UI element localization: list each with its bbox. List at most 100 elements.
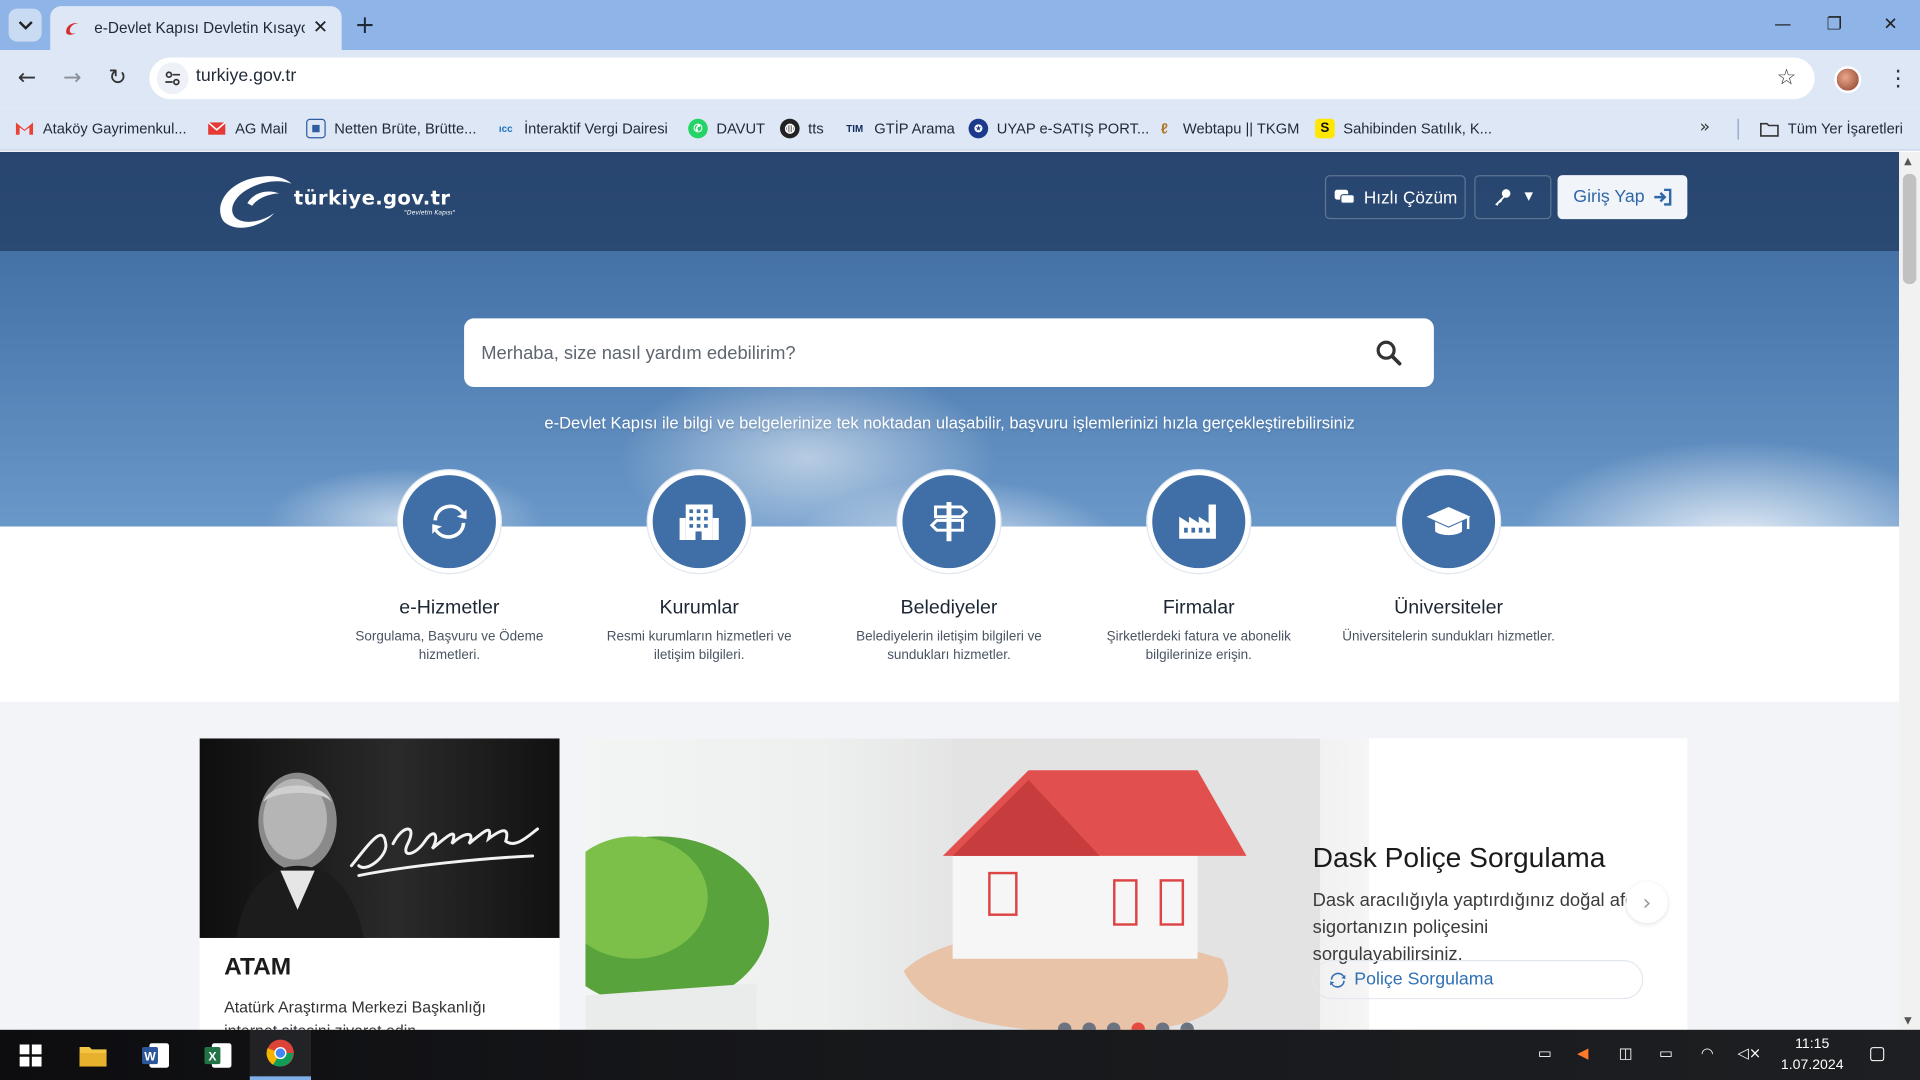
profile-avatar[interactable]	[1834, 66, 1862, 94]
scroll-thumb[interactable]	[1902, 173, 1917, 285]
category-section: e-Hizmetler Sorgulama, Başvuru ve Ödeme …	[0, 470, 1900, 702]
folder-icon	[79, 1046, 107, 1066]
close-window-icon[interactable]: ✕	[1876, 11, 1905, 38]
police-sorgulama-button[interactable]: Poliçe Sorgulama	[1312, 960, 1644, 1000]
more-bookmarks-icon[interactable]: »	[1700, 118, 1711, 138]
bookmark-star-icon[interactable]: ☆	[1777, 65, 1797, 91]
quick-solution-button[interactable]: Hızlı Çözüm	[1324, 175, 1466, 220]
edevlet-favicon-icon	[66, 23, 79, 35]
minimize-icon[interactable]: —	[1768, 11, 1797, 38]
scroll-up-arrow-icon[interactable]: ▲	[1904, 156, 1912, 167]
slider-dot-active[interactable]	[1131, 1022, 1145, 1030]
tray-volume-app-icon[interactable]: ◀	[1577, 1044, 1588, 1066]
browser-toolbar: ← → ↻ turkiye.gov.tr ☆ ⋮	[0, 50, 1920, 108]
tray-device-icon[interactable]: ◫	[1619, 1044, 1633, 1066]
refresh-icon	[1330, 972, 1346, 988]
bookmark-item[interactable]: S Sahibinden Satılık, K...	[1315, 116, 1492, 140]
bookmark-item[interactable]: TIM GTİP Arama	[844, 116, 955, 140]
new-tab-button[interactable]: +	[351, 11, 378, 38]
restore-icon[interactable]: ❐	[1820, 11, 1849, 38]
atam-description: Atatürk Araştırma Merkezi Başkanlığı int…	[224, 997, 486, 1030]
category-description: Resmi kurumların hizmetleri ve iletişim …	[606, 629, 792, 663]
sahibinden-icon: S	[1315, 118, 1335, 139]
category-icon-circle	[397, 470, 501, 574]
slider-next-button[interactable]: ›	[1626, 881, 1668, 924]
atam-card[interactable]: ATAM Atatürk Araştırma Merkezi Başkanlığ…	[199, 738, 560, 1030]
slide-image-house-in-hands	[585, 738, 1369, 1030]
active-tab[interactable]: e-Devlet Kapısı Devletin Kısayolu ✕	[50, 6, 342, 51]
taskbar-clock[interactable]: 11:15 1.07.2024	[1768, 1035, 1856, 1077]
address-bar[interactable]: turkiye.gov.tr ☆	[149, 57, 1815, 100]
slider-dot[interactable]	[1180, 1022, 1194, 1030]
site-info-icon[interactable]	[156, 62, 189, 95]
caret-down-icon: ▼	[1524, 191, 1534, 204]
forward-arrow-icon[interactable]: →	[58, 64, 87, 93]
category-firmalar[interactable]: Firmalar Şirketlerdeki fatura ve aboneli…	[1082, 470, 1315, 665]
logo-swoosh-icon	[220, 176, 292, 228]
category-icon-circle	[647, 470, 751, 574]
taskbar-word[interactable]: W	[125, 1030, 186, 1080]
taskbar-excel[interactable]: X	[187, 1030, 248, 1080]
bookmark-item[interactable]: Netten Brüte, Brütte...	[306, 116, 476, 140]
bookmark-item[interactable]: ◍ tts	[780, 116, 824, 140]
category-title: Firmalar	[1162, 597, 1235, 619]
globe-icon: ◍	[780, 118, 800, 139]
building-icon	[679, 504, 719, 541]
bookmark-item[interactable]: ✆ DAVUT	[688, 116, 765, 140]
login-options-dropdown[interactable]: ▼	[1474, 175, 1552, 220]
back-arrow-icon[interactable]: ←	[12, 64, 41, 93]
slider-dot[interactable]	[1057, 1022, 1072, 1030]
tab-search-button[interactable]	[8, 8, 42, 42]
logo-text: türkiye.gov.tr	[293, 186, 451, 210]
slider-dot[interactable]	[1082, 1022, 1096, 1030]
all-bookmarks-button[interactable]: Tüm Yer İşaretleri	[1760, 116, 1903, 140]
ivd-icon: ıᴄᴄ	[498, 123, 513, 135]
reload-icon[interactable]: ↻	[103, 64, 132, 93]
taskbar-chrome[interactable]	[249, 1029, 312, 1080]
clock-time: 11:15	[1795, 1037, 1830, 1052]
key-icon	[1495, 189, 1511, 206]
search-input[interactable]	[481, 318, 1339, 387]
page-scrollbar[interactable]: ▲ ▼	[1899, 151, 1920, 1030]
tray-wifi-icon[interactable]: ◠	[1701, 1044, 1714, 1066]
tray-mute-icon[interactable]: ◁×	[1738, 1044, 1762, 1066]
category-universiteler[interactable]: Üniversiteler Üniversitelerin sundukları…	[1332, 470, 1565, 646]
mail-icon	[207, 119, 227, 139]
start-button[interactable]	[0, 1030, 61, 1080]
factory-icon	[1179, 504, 1216, 539]
bookmark-item[interactable]: AG Mail	[207, 116, 287, 140]
category-icon-circle	[1147, 470, 1251, 574]
category-description: Belediyelerin iletişim bilgileri ve sund…	[856, 629, 1042, 663]
scroll-down-arrow-icon[interactable]: ▼	[1904, 1015, 1912, 1026]
graduation-cap-icon	[1426, 506, 1471, 536]
category-e-hizmetler[interactable]: e-Hizmetler Sorgulama, Başvuru ve Ödeme …	[333, 470, 566, 665]
site-header: türkiye.gov.tr "Devletin Kapısı" Hızlı Ç…	[0, 151, 1900, 252]
browser-menu-icon[interactable]: ⋮	[1887, 64, 1909, 96]
page-viewport: türkiye.gov.tr "Devletin Kapısı" Hızlı Ç…	[0, 151, 1900, 1030]
bookmark-item[interactable]: ℓ Webtapu || TKGM	[1155, 116, 1300, 140]
taskbar-file-explorer[interactable]	[62, 1030, 123, 1080]
category-kurumlar[interactable]: Kurumlar Resmi kurumların hizmetleri ve …	[583, 470, 816, 665]
category-belediyeler[interactable]: Belediyeler Belediyelerin iletişim bilgi…	[833, 470, 1066, 665]
chevron-down-icon	[18, 20, 33, 30]
tkgm-icon: ℓ	[1160, 120, 1169, 138]
folder-icon	[1760, 119, 1780, 139]
login-button[interactable]: Giriş Yap	[1557, 175, 1688, 220]
site-logo[interactable]: türkiye.gov.tr "Devletin Kapısı"	[216, 171, 473, 232]
bookmark-item[interactable]: Ataköy Gayrimenkul...	[15, 116, 187, 140]
bookmarks-bar: Ataköy Gayrimenkul... AG Mail Netten Brü…	[0, 107, 1920, 151]
featured-slider: Dask Poliçe Sorgulama Dask aracılığıyla …	[585, 738, 1688, 1030]
tab-close-icon[interactable]: ✕	[313, 17, 328, 37]
bookmark-item[interactable]: ıᴄᴄ İnteraktif Vergi Dairesi	[496, 116, 668, 140]
tray-desktop-icon[interactable]: ▭	[1538, 1044, 1552, 1066]
bookmark-item[interactable]: ✪ UYAP e-SATIŞ PORT...	[968, 116, 1149, 140]
tray-battery-icon[interactable]: ▭	[1659, 1044, 1673, 1066]
slider-dot[interactable]	[1106, 1022, 1121, 1030]
slider-dot[interactable]	[1155, 1022, 1170, 1030]
chrome-icon	[266, 1039, 294, 1067]
ataturk-portrait-image	[236, 772, 540, 938]
whatsapp-icon: ✆	[688, 118, 708, 139]
search-icon[interactable]	[1375, 339, 1402, 366]
notification-center-icon[interactable]: ▢	[1869, 1042, 1886, 1064]
category-description: Şirketlerdeki fatura ve abonelik bilgile…	[1106, 629, 1291, 663]
